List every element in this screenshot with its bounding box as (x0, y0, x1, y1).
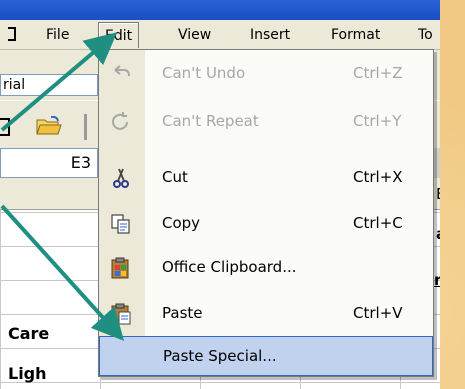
arrow-to-paste-special (0, 204, 125, 341)
arrow-to-edit-menu (0, 32, 118, 132)
callout-arrows (0, 32, 125, 341)
